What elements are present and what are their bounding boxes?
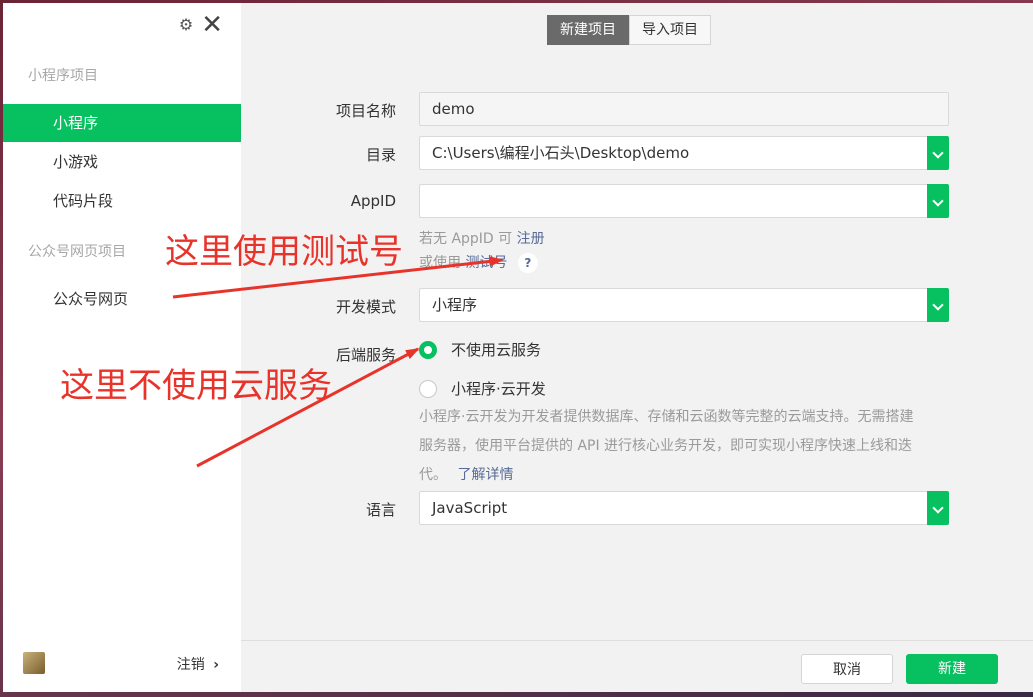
new-project-window: ⚙ ✕ 小程序项目 小程序 小游戏 代码片段 公众号网页项目 公众号网页 注销 … — [3, 3, 1033, 692]
language-label: 语言 — [365, 501, 396, 519]
avatar[interactable] — [23, 652, 45, 674]
directory-label: 目录 — [365, 146, 396, 164]
directory-select[interactable]: C:\Users\编程小石头\Desktop\demo — [419, 136, 949, 170]
section-miniprogram-projects: 小程序项目 — [28, 68, 98, 84]
radio-selected-icon[interactable] — [419, 340, 437, 359]
sidebar-item-code-snippet[interactable]: 代码片段 — [3, 182, 241, 220]
help-icon[interactable]: ? — [517, 253, 538, 273]
desc-line: 服务器，使用平台提供的 API 进行核心业务开发，即可实现小程序快速上线和迭 — [419, 438, 913, 454]
radio-no-cloud-label: 不使用云服务 — [451, 341, 542, 359]
project-name-label: 项目名称 — [335, 102, 396, 120]
radio-cloud-dev[interactable]: 小程序·云开发 — [419, 378, 546, 399]
chevron-down-icon[interactable] — [927, 136, 949, 170]
dev-mode-select[interactable]: 小程序 — [419, 288, 949, 322]
radio-unselected-icon[interactable] — [419, 379, 437, 398]
tab-new-project[interactable]: 新建项目 — [547, 15, 629, 45]
sidebar-item-official-webpage[interactable]: 公众号网页 — [3, 280, 241, 318]
logout-button[interactable]: 注销 › — [177, 654, 219, 674]
radio-cloud-dev-label: 小程序·云开发 — [451, 380, 546, 398]
cancel-button[interactable]: 取消 — [801, 654, 893, 684]
appid-hint-test-account: 或使用 测试号 ? — [419, 252, 538, 273]
tab-import-project[interactable]: 导入项目 — [629, 15, 711, 45]
sidebar-item-miniprogram[interactable]: 小程序 — [3, 104, 241, 142]
dev-mode-label: 开发模式 — [335, 298, 396, 316]
appid-hint-text: 若无 AppID 可 — [419, 231, 513, 247]
annotation-no-cloud: 这里不使用云服务 — [60, 366, 332, 406]
chevron-down-icon[interactable] — [927, 491, 949, 525]
learn-more-link[interactable]: 了解详情 — [457, 467, 513, 483]
chevron-down-icon[interactable] — [927, 288, 949, 322]
appid-label: AppID — [350, 192, 396, 210]
chevron-down-icon[interactable] — [927, 184, 949, 218]
project-name-input[interactable]: demo — [419, 92, 949, 126]
window-controls: ⚙ ✕ — [179, 12, 223, 38]
annotation-use-test-account: 这里使用测试号 — [165, 232, 403, 272]
language-value: JavaScript — [432, 499, 508, 517]
chevron-right-icon: › — [213, 657, 219, 673]
desc-line-last: 代。 了解详情 — [419, 461, 955, 490]
gear-icon[interactable]: ⚙ — [179, 17, 193, 33]
desc-line-text: 代。 — [419, 467, 447, 483]
sidebar-item-minigame[interactable]: 小游戏 — [3, 143, 241, 181]
directory-value: C:\Users\编程小石头\Desktop\demo — [432, 144, 690, 162]
desc-line: 小程序·云开发为开发者提供数据库、存储和云函数等完整的云端支持。无需搭建 — [419, 409, 914, 425]
close-icon[interactable]: ✕ — [201, 12, 223, 38]
dev-mode-value: 小程序 — [432, 296, 478, 314]
appid-select[interactable] — [419, 184, 949, 218]
sidebar-footer: 注销 › — [3, 632, 241, 692]
main-panel: 新建项目 导入项目 项目名称 demo 目录 C:\Users\编程小石头\De… — [241, 3, 1033, 692]
register-link[interactable]: 注册 — [517, 231, 545, 247]
sidebar: ⚙ ✕ 小程序项目 小程序 小游戏 代码片段 公众号网页项目 公众号网页 注销 … — [3, 3, 241, 692]
radio-no-cloud[interactable]: 不使用云服务 — [419, 339, 541, 360]
test-account-link[interactable]: 测试号 — [465, 255, 507, 271]
appid-hint-register: 若无 AppID 可 注册 — [419, 228, 545, 248]
project-tabs: 新建项目 导入项目 — [547, 15, 711, 45]
footer-bar: 取消 新建 — [241, 640, 1033, 692]
language-select[interactable]: JavaScript — [419, 491, 949, 525]
logout-label: 注销 — [176, 657, 205, 673]
appid-hint-or-use: 或使用 — [419, 255, 461, 271]
create-button[interactable]: 新建 — [906, 654, 998, 684]
cloud-dev-description: 小程序·云开发为开发者提供数据库、存储和云函数等完整的云端支持。无需搭建 服务器… — [419, 403, 955, 490]
section-official-account-projects: 公众号网页项目 — [28, 244, 126, 260]
